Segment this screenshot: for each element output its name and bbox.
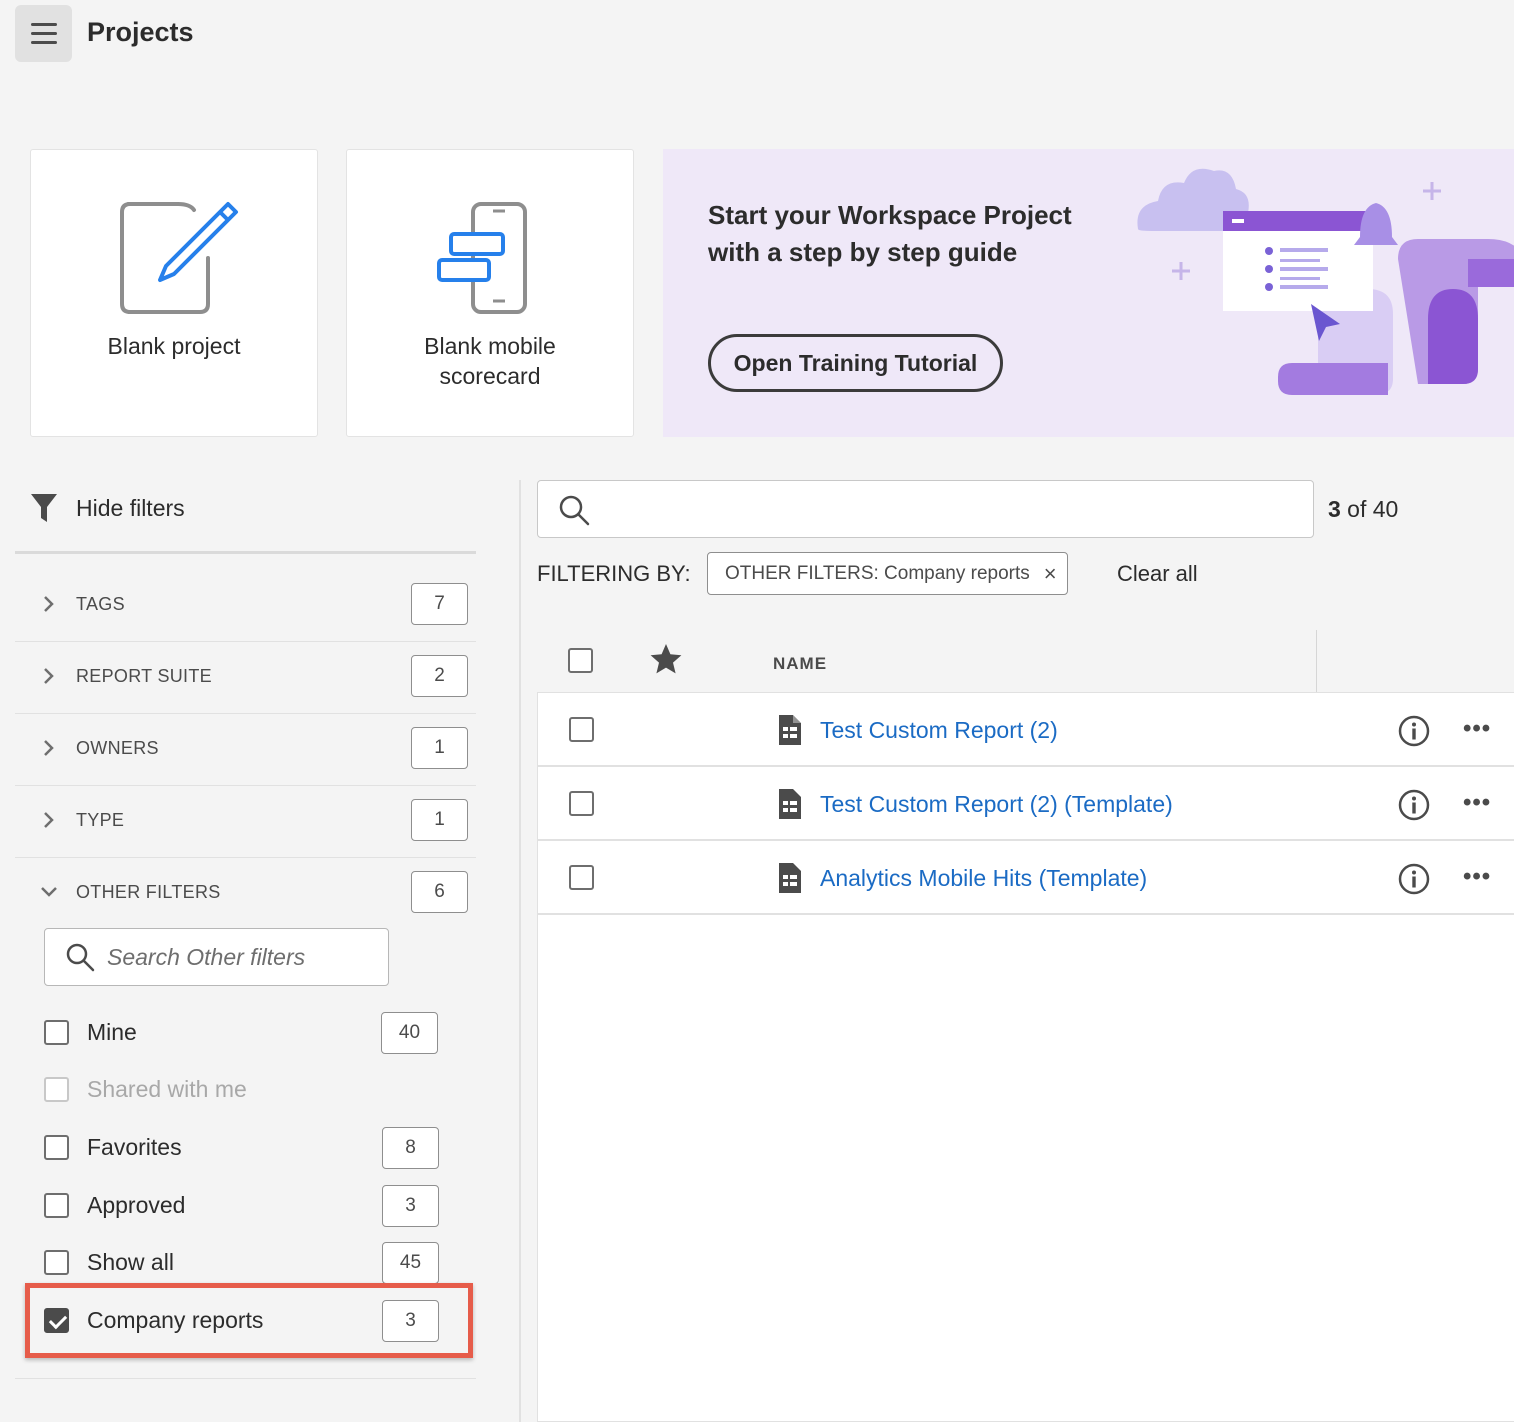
filtering-by-label: FILTERING BY: — [537, 561, 691, 586]
table-row[interactable]: Test Custom Report (2) (Template) ••• — [538, 767, 1514, 841]
approved-count: 3 — [382, 1185, 439, 1227]
facet-tags[interactable]: TAGS 7 — [15, 570, 476, 642]
table-row[interactable]: Test Custom Report (2) ••• — [538, 693, 1514, 767]
panel-divider — [519, 480, 521, 1422]
facet-type[interactable]: TYPE 1 — [15, 786, 476, 858]
hamburger-menu-button[interactable] — [15, 5, 72, 62]
info-icon[interactable] — [1398, 789, 1430, 821]
favorites-checkbox[interactable] — [44, 1135, 69, 1160]
sidebar-bottom-divider — [15, 1378, 476, 1379]
facet-label: OTHER FILTERS — [76, 882, 221, 902]
blank-mobile-label-line1: Blank mobile — [424, 333, 556, 359]
chip-label: OTHER FILTERS: Company reports — [725, 562, 1030, 584]
close-icon[interactable]: × — [1044, 561, 1057, 587]
option-label: Mine — [87, 1019, 137, 1045]
facet-count: 7 — [411, 583, 468, 625]
active-filter-chip: OTHER FILTERS: Company reports × — [707, 552, 1068, 595]
clear-all-button[interactable]: Clear all — [1117, 561, 1198, 587]
page-title: Projects — [87, 17, 194, 47]
option-approved[interactable]: Approved — [44, 1192, 185, 1219]
menu-icon — [30, 23, 57, 26]
blank-project-label: Blank project — [107, 333, 241, 359]
chevron-right-icon — [44, 740, 54, 756]
project-list: Test Custom Report (2) ••• Test Custom R… — [537, 692, 1514, 1422]
facet-label: OWNERS — [76, 738, 159, 758]
column-separator — [1316, 630, 1317, 693]
option-label: Show all — [87, 1249, 174, 1275]
chevron-right-icon — [44, 596, 54, 612]
workspace-illustration-icon — [1137, 168, 1514, 395]
mine-count: 40 — [381, 1012, 438, 1054]
mobile-scorecard-icon — [437, 202, 527, 314]
project-link[interactable]: Test Custom Report (2) — [820, 717, 1058, 744]
highlight-annotation-box — [25, 1283, 473, 1358]
project-search[interactable] — [537, 480, 1314, 538]
document-icon — [779, 789, 801, 819]
other-filters-search[interactable] — [44, 928, 389, 986]
approved-checkbox[interactable] — [44, 1193, 69, 1218]
filter-funnel-icon — [31, 494, 57, 522]
document-icon — [779, 715, 801, 745]
blank-project-card[interactable]: Blank project — [30, 149, 318, 437]
project-search-input[interactable] — [608, 491, 1298, 527]
favorites-count: 8 — [382, 1127, 439, 1169]
training-promo-banner: Start your Workspace Project with a step… — [663, 149, 1514, 437]
search-icon — [66, 943, 95, 972]
blank-mobile-scorecard-card[interactable]: Blank mobile scorecard — [346, 149, 634, 437]
more-actions-icon[interactable]: ••• — [1463, 863, 1491, 891]
facet-label: TAGS — [76, 594, 125, 614]
show-all-checkbox[interactable] — [44, 1250, 69, 1275]
facet-owners[interactable]: OWNERS 1 — [15, 714, 476, 786]
option-label: Favorites — [87, 1134, 182, 1160]
more-actions-icon[interactable]: ••• — [1463, 715, 1491, 743]
pencil-document-icon — [120, 202, 238, 314]
chevron-right-icon — [44, 812, 54, 828]
info-icon[interactable] — [1398, 715, 1430, 747]
open-training-tutorial-button[interactable]: Open Training Tutorial — [708, 334, 1003, 392]
facet-count: 2 — [411, 655, 468, 697]
mine-checkbox[interactable] — [44, 1020, 69, 1045]
show-all-count: 45 — [382, 1242, 439, 1284]
option-show-all[interactable]: Show all — [44, 1249, 174, 1276]
promo-title: Start your Workspace Project with a step… — [708, 200, 1072, 267]
other-filters-search-input[interactable] — [107, 943, 377, 971]
row-checkbox[interactable] — [569, 717, 594, 742]
option-mine[interactable]: Mine — [44, 1019, 137, 1046]
table-row[interactable]: Analytics Mobile Hits (Template) ••• — [538, 841, 1514, 915]
column-header-name[interactable]: NAME — [773, 654, 827, 674]
list-header: NAME — [537, 630, 1514, 693]
sidebar-divider — [15, 551, 476, 554]
chevron-right-icon — [44, 668, 54, 684]
document-icon — [779, 863, 801, 893]
search-icon — [559, 495, 590, 526]
info-icon[interactable] — [1398, 863, 1430, 895]
facet-count: 6 — [411, 871, 468, 913]
option-favorites[interactable]: Favorites — [44, 1134, 182, 1161]
row-checkbox[interactable] — [569, 791, 594, 816]
result-count: 3 of 40 — [1328, 496, 1399, 522]
option-shared-with-me: Shared with me — [44, 1076, 247, 1103]
more-actions-icon[interactable]: ••• — [1463, 789, 1491, 817]
facet-report-suite[interactable]: REPORT SUITE 2 — [15, 642, 476, 714]
option-label: Approved — [87, 1192, 186, 1218]
select-all-checkbox[interactable] — [568, 648, 593, 673]
chevron-down-icon — [41, 887, 57, 897]
project-link[interactable]: Analytics Mobile Hits (Template) — [820, 865, 1147, 892]
hide-filters-toggle[interactable]: Hide filters — [30, 493, 185, 523]
row-checkbox[interactable] — [569, 865, 594, 890]
facet-other-filters[interactable]: OTHER FILTERS 6 — [15, 858, 476, 930]
hide-filters-label: Hide filters — [76, 494, 185, 521]
blank-mobile-label-line2: scorecard — [439, 363, 541, 389]
facet-label: TYPE — [76, 810, 125, 830]
shared-with-me-checkbox — [44, 1077, 69, 1102]
facet-label: REPORT SUITE — [76, 666, 212, 686]
facet-count: 1 — [411, 799, 468, 841]
facet-count: 1 — [411, 727, 468, 769]
star-icon[interactable] — [649, 642, 683, 676]
project-link[interactable]: Test Custom Report (2) (Template) — [820, 791, 1173, 818]
option-label: Shared with me — [87, 1076, 247, 1102]
